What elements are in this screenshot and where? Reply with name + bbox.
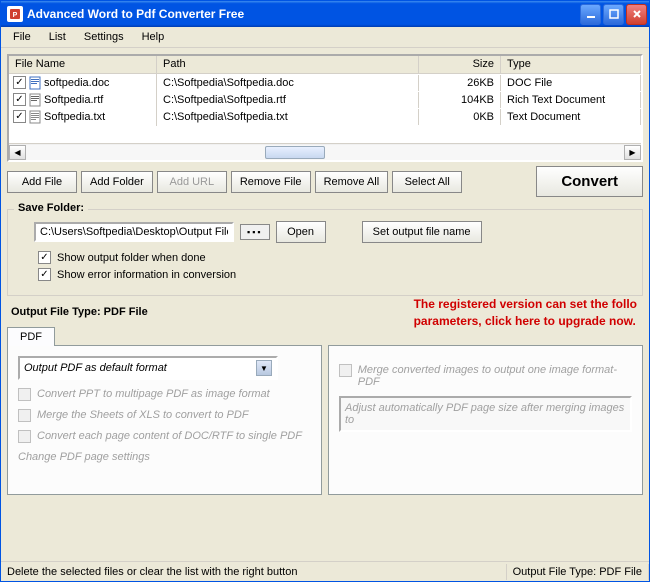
- file-size: 0KB: [419, 109, 501, 125]
- col-path[interactable]: Path: [157, 56, 419, 73]
- file-name: softpedia.doc: [44, 77, 109, 89]
- output-format-combo[interactable]: Output PDF as default format ▼: [18, 356, 278, 380]
- txt-icon: [28, 110, 42, 124]
- menu-help[interactable]: Help: [134, 29, 173, 45]
- toolbar: Add File Add Folder Add URL Remove File …: [7, 166, 643, 197]
- file-type: Text Document: [501, 109, 641, 125]
- file-name: Softpedia.rtf: [44, 94, 103, 106]
- file-name: Softpedia.txt: [44, 111, 105, 123]
- set-output-filename-button[interactable]: Set output file name: [362, 221, 482, 243]
- file-path: C:\Softpedia\Softpedia.rtf: [157, 92, 419, 108]
- add-file-button[interactable]: Add File: [7, 171, 77, 193]
- ppt-option-label: Convert PPT to multipage PDF as image fo…: [37, 388, 270, 400]
- col-size[interactable]: Size: [419, 56, 501, 73]
- remove-file-button[interactable]: Remove File: [231, 171, 311, 193]
- open-button[interactable]: Open: [276, 221, 326, 243]
- menu-list[interactable]: List: [41, 29, 74, 45]
- titlebar: P Advanced Word to Pdf Converter Free: [1, 1, 649, 27]
- pdf-options-panel-right: Merge converted images to output one ima…: [328, 345, 643, 495]
- merge-images-label: Merge converted images to output one ima…: [358, 364, 632, 388]
- ppt-checkbox: [18, 388, 31, 401]
- show-errors-label: Show error information in conversion: [57, 269, 236, 281]
- file-checkbox[interactable]: ✓: [13, 93, 26, 106]
- output-path-input[interactable]: [34, 222, 234, 242]
- status-right: Output File Type: PDF File: [507, 564, 649, 580]
- menubar: File List Settings Help: [1, 27, 649, 48]
- file-path: C:\Softpedia\Softpedia.txt: [157, 109, 419, 125]
- xls-option-label: Merge the Sheets of XLS to convert to PD…: [37, 409, 249, 421]
- file-checkbox[interactable]: ✓: [13, 110, 26, 123]
- rtf-icon: [28, 93, 42, 107]
- show-folder-label: Show output folder when done: [57, 252, 206, 264]
- file-checkbox[interactable]: ✓: [13, 76, 26, 89]
- change-pdf-settings-link: Change PDF page settings: [18, 451, 311, 463]
- file-row[interactable]: ✓ softpedia.doc C:\Softpedia\Softpedia.d…: [9, 74, 641, 91]
- status-left: Delete the selected files or clear the l…: [1, 564, 507, 580]
- file-row[interactable]: ✓ Softpedia.txt C:\Softpedia\Softpedia.t…: [9, 108, 641, 125]
- doc-option-label: Convert each page content of DOC/RTF to …: [37, 430, 302, 442]
- scroll-thumb[interactable]: [265, 146, 325, 159]
- pdf-tab[interactable]: PDF: [7, 327, 55, 346]
- window-title: Advanced Word to Pdf Converter Free: [27, 7, 580, 21]
- doc-checkbox: [18, 430, 31, 443]
- browse-button[interactable]: ▪▪▪: [240, 224, 270, 240]
- upgrade-notice[interactable]: The registered version can set the follo…: [414, 296, 637, 330]
- menu-settings[interactable]: Settings: [76, 29, 132, 45]
- pdf-options-panel-left: Output PDF as default format ▼ Convert P…: [7, 345, 322, 495]
- scroll-left-button[interactable]: ◀: [9, 145, 26, 160]
- horizontal-scrollbar[interactable]: ◀ ▶: [9, 143, 641, 160]
- app-icon: P: [7, 6, 23, 22]
- convert-button[interactable]: Convert: [536, 166, 643, 197]
- doc-icon: [28, 76, 42, 90]
- svg-text:P: P: [13, 12, 18, 19]
- select-all-button[interactable]: Select All: [392, 171, 462, 193]
- file-path: C:\Softpedia\Softpedia.doc: [157, 75, 419, 91]
- close-button[interactable]: [626, 4, 647, 25]
- add-url-button: Add URL: [157, 171, 227, 193]
- scroll-right-button[interactable]: ▶: [624, 145, 641, 160]
- merge-images-checkbox: [339, 364, 352, 377]
- save-folder-title: Save Folder:: [14, 202, 88, 214]
- file-type: Rich Text Document: [501, 92, 641, 108]
- col-filename[interactable]: File Name: [9, 56, 157, 73]
- app-window: P Advanced Word to Pdf Converter Free Fi…: [0, 0, 650, 582]
- statusbar: Delete the selected files or clear the l…: [1, 561, 649, 581]
- file-row[interactable]: ✓ Softpedia.rtf C:\Softpedia\Softpedia.r…: [9, 91, 641, 108]
- adjust-size-label: Adjust automatically PDF page size after…: [345, 402, 624, 426]
- file-size: 104KB: [419, 92, 501, 108]
- col-type[interactable]: Type: [501, 56, 641, 73]
- show-folder-checkbox[interactable]: ✓: [38, 251, 51, 264]
- maximize-button[interactable]: [603, 4, 624, 25]
- file-list[interactable]: File Name Path Size Type ✓ softpedia.doc…: [7, 54, 643, 162]
- xls-checkbox: [18, 409, 31, 422]
- save-folder-group: Save Folder: ▪▪▪ Open Set output file na…: [7, 209, 643, 296]
- menu-file[interactable]: File: [5, 29, 39, 45]
- file-list-header: File Name Path Size Type: [9, 56, 641, 74]
- add-folder-button[interactable]: Add Folder: [81, 171, 153, 193]
- remove-all-button[interactable]: Remove All: [315, 171, 389, 193]
- show-errors-checkbox[interactable]: ✓: [38, 268, 51, 281]
- minimize-button[interactable]: [580, 4, 601, 25]
- output-tabs: PDF Output PDF as default format ▼ Conve…: [7, 326, 643, 495]
- dropdown-icon[interactable]: ▼: [256, 360, 272, 376]
- file-size: 26KB: [419, 75, 501, 91]
- file-type: DOC File: [501, 75, 641, 91]
